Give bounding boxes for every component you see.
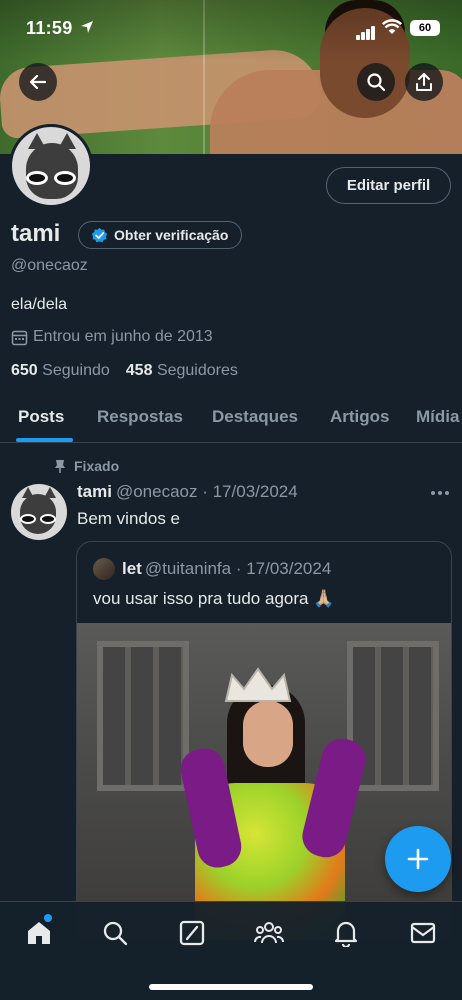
quoted-author-meta: @tuitaninfa · 17/03/2024 xyxy=(144,559,332,578)
home-icon xyxy=(28,922,50,944)
quoted-avatar xyxy=(93,558,115,580)
search-icon xyxy=(103,921,128,946)
followers-link[interactable]: 458 Seguidores xyxy=(126,362,238,379)
join-date: Entrou em junho de 2013 xyxy=(11,328,213,346)
crown xyxy=(224,667,292,702)
following-count: 650 xyxy=(11,362,38,379)
nav-grok[interactable] xyxy=(177,918,207,948)
followers-label: Seguidores xyxy=(156,362,238,379)
grok-icon xyxy=(179,920,205,946)
pinned-label: Fixado xyxy=(74,458,120,474)
profile-tabs: Posts Respostas Destaques Artigos Mídia xyxy=(0,392,462,443)
tweet-author-name[interactable]: tami xyxy=(77,482,112,501)
tab-posts[interactable]: Posts xyxy=(18,392,64,442)
get-verified-button[interactable]: Obter verificação xyxy=(78,221,243,249)
pin-icon xyxy=(55,460,65,473)
tweet-header: tami @onecaoz · 17/03/2024 xyxy=(77,482,298,502)
mail-icon xyxy=(410,922,436,944)
background-window xyxy=(97,641,189,791)
verified-badge-icon xyxy=(91,227,108,242)
get-verified-label: Obter verificação xyxy=(114,227,229,243)
back-button[interactable] xyxy=(19,63,57,101)
wifi-icon xyxy=(382,19,402,34)
nav-search[interactable] xyxy=(100,918,130,948)
profile-handle: @onecaoz xyxy=(11,257,88,274)
tab-media[interactable]: Mídia xyxy=(416,392,459,442)
following-label: Seguindo xyxy=(42,362,110,379)
edit-profile-button[interactable]: Editar perfil xyxy=(326,167,451,204)
tab-replies[interactable]: Respostas xyxy=(97,392,183,442)
tweet-text: Bem vindos e xyxy=(77,509,180,528)
home-notification-dot xyxy=(44,914,52,922)
profile-name: tami xyxy=(11,220,61,247)
status-bar: 11:59 60 xyxy=(0,0,462,56)
join-date-text: Entrou em junho de 2013 xyxy=(33,328,213,345)
calendar-icon xyxy=(11,330,28,345)
tab-articles[interactable]: Artigos xyxy=(330,392,390,442)
quoted-media[interactable] xyxy=(77,623,451,940)
nav-home[interactable] xyxy=(24,918,54,948)
quoted-header: let @tuitaninfa · 17/03/2024 xyxy=(122,559,331,579)
home-indicator[interactable] xyxy=(149,984,313,990)
active-tab-indicator xyxy=(16,438,73,442)
tweet-author-meta: @onecaoz · 17/03/2024 xyxy=(115,482,298,501)
profile-avatar[interactable] xyxy=(9,124,93,208)
status-time: 11:59 xyxy=(26,18,73,38)
person-face xyxy=(243,701,293,767)
location-arrow-icon xyxy=(81,21,93,33)
search-icon xyxy=(367,73,386,92)
pinned-indicator: Fixado xyxy=(54,458,119,474)
nav-communities[interactable] xyxy=(254,918,284,948)
battery-indicator: 60 xyxy=(410,20,440,36)
sunglasses xyxy=(26,171,78,185)
profile-bio: ela/dela xyxy=(11,296,68,313)
followers-count: 458 xyxy=(125,362,153,379)
bell-icon xyxy=(334,921,358,947)
share-icon xyxy=(416,73,432,91)
follow-stats: 650 Seguindo 458 Seguidores xyxy=(11,362,238,380)
nav-messages[interactable] xyxy=(408,918,438,948)
share-button[interactable] xyxy=(405,63,443,101)
nav-notifications[interactable] xyxy=(331,918,361,948)
tab-highlights[interactable]: Destaques xyxy=(212,392,298,442)
quoted-text: vou usar isso pra tudo agora 🙏🏼 xyxy=(93,589,335,608)
compose-button[interactable] xyxy=(385,826,451,892)
following-link[interactable]: 650 Seguindo xyxy=(11,362,110,379)
sunglasses xyxy=(20,514,58,524)
plus-icon xyxy=(407,848,429,870)
communities-icon xyxy=(254,922,284,944)
more-options-icon[interactable] xyxy=(430,489,450,497)
arrow-left-icon xyxy=(29,74,47,90)
cell-signal-icon xyxy=(356,22,376,40)
quoted-author-name: let xyxy=(122,559,142,578)
tweet-avatar[interactable] xyxy=(11,484,67,540)
profile-search-button[interactable] xyxy=(357,63,395,101)
